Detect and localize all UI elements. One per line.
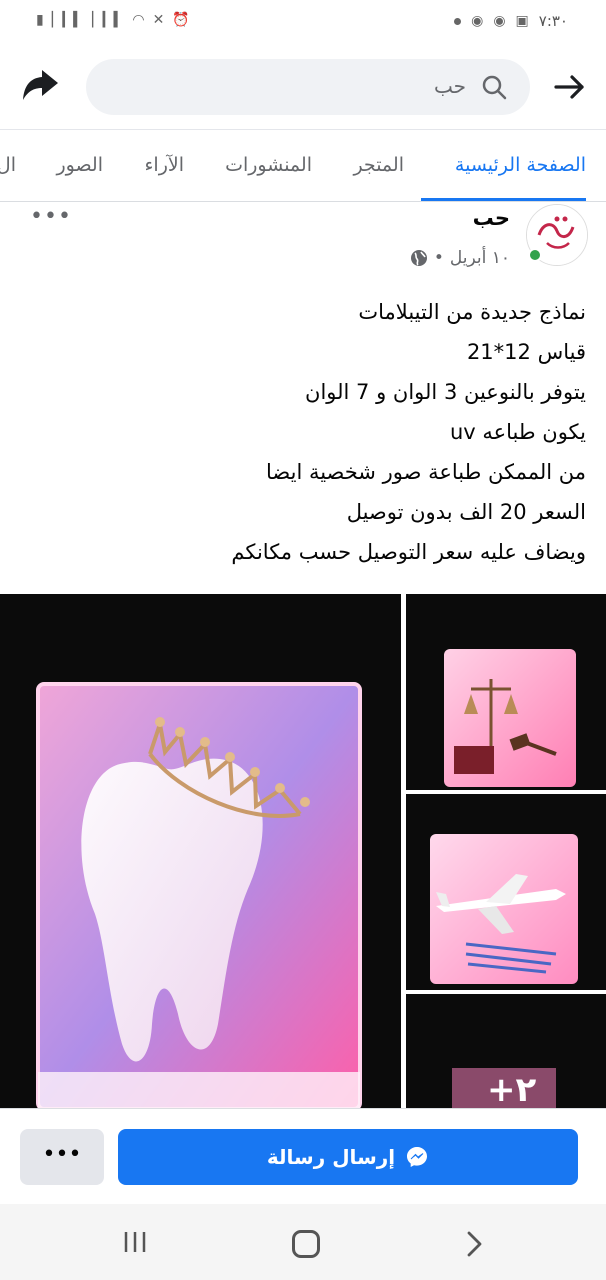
chrome-icon-2: ◉ [493,13,506,29]
meta-separator: • [433,248,444,268]
tab-home[interactable]: الصفحة الرئيسية [455,154,586,176]
send-message-label: إرسال رسالة [266,1145,396,1169]
search-query: حب [433,74,466,98]
action-bar: ••• إرسال رسالة [0,1108,606,1204]
tab-shop[interactable]: المتجر [353,154,404,176]
send-message-button[interactable]: إرسال رسالة [118,1129,578,1185]
post-text-line: يكون طباعه uv [449,420,586,444]
top-bar: حب [0,44,606,130]
messenger-icon [407,1147,428,1167]
online-status-dot [528,248,542,262]
post-body: نماذج جديدة من التيبلامات قياس 12*21 يتو… [20,292,586,572]
status-time: ٧:٣٠ [538,12,568,30]
notification-dot-icon [454,17,462,25]
post-text-line: نماذج جديدة من التيبلامات [358,300,586,324]
page-tabs: الصفحة الرئيسية المتجر المنشورات الآراء … [0,130,606,202]
photo-main[interactable] [0,594,401,1109]
tab-more[interactable]: ال [0,154,16,176]
status-bar: ▮ ▏▎▍ ▏▎▍ ◠ ✕ ⏰ ◉ ◉ ▣ ٧:٣٠ [0,0,606,44]
tab-photos[interactable]: الصور [56,154,103,176]
mute-icon: ✕ [152,12,165,28]
recent-apps-icon[interactable] [120,1230,150,1254]
more-options-button[interactable]: ••• [20,1129,104,1185]
post-date[interactable]: ١٠ أبريل [450,248,510,268]
post-options-button[interactable]: ••• [30,204,72,229]
post-meta: ١٠ أبريل • [410,248,510,268]
signal-icon-2: ▏▎▍ [92,12,125,28]
wifi-icon: ◠ [132,12,145,28]
post-text-line: السعر 20 الف بدون توصيل [346,500,586,524]
search-input[interactable]: حب [86,59,530,115]
signal-icon: ▏▎▍ [51,12,85,28]
post-header: حب ١٠ أبريل • ••• [0,202,606,292]
page-name[interactable]: حب [473,206,510,230]
post-text-line: يتوفر بالنوعين 3 الوان و 7 الوان [305,380,586,404]
home-icon[interactable] [292,1230,320,1258]
tab-reviews[interactable]: الآراء [144,154,184,176]
chrome-icon: ◉ [471,13,484,29]
battery-saver-icon: ▮ [36,12,44,28]
airplane-photo [406,794,606,990]
share-arrow-icon[interactable] [20,66,60,106]
scales-photo [406,594,606,790]
photo-grid [0,594,606,1109]
back-arrow-icon[interactable] [552,70,586,104]
photo-3[interactable] [406,794,606,990]
more-photos-count[interactable]: +٢ [487,1070,536,1110]
post-text-line: قياس 12*21 [466,340,586,364]
search-icon [482,75,507,100]
status-icons-left: ▮ ▏▎▍ ▏▎▍ ◠ ✕ ⏰ [36,12,190,28]
post-text-line: من الممكن طباعة صور شخصية ايضا [265,460,586,484]
post-text-line: ويضاف عليه سعر التوصيل حسب مكانكم [231,540,586,564]
photo-2[interactable] [406,594,606,790]
tooth-crown-photo [0,594,401,1109]
gallery-icon: ▣ [515,13,529,29]
status-icons-right: ◉ ◉ ▣ ٧:٣٠ [454,12,568,30]
alarm-icon: ⏰ [172,12,190,28]
back-icon[interactable] [462,1230,486,1258]
globe-icon [410,250,427,266]
system-nav-bar [0,1204,606,1280]
tab-posts[interactable]: المنشورات [225,154,312,176]
